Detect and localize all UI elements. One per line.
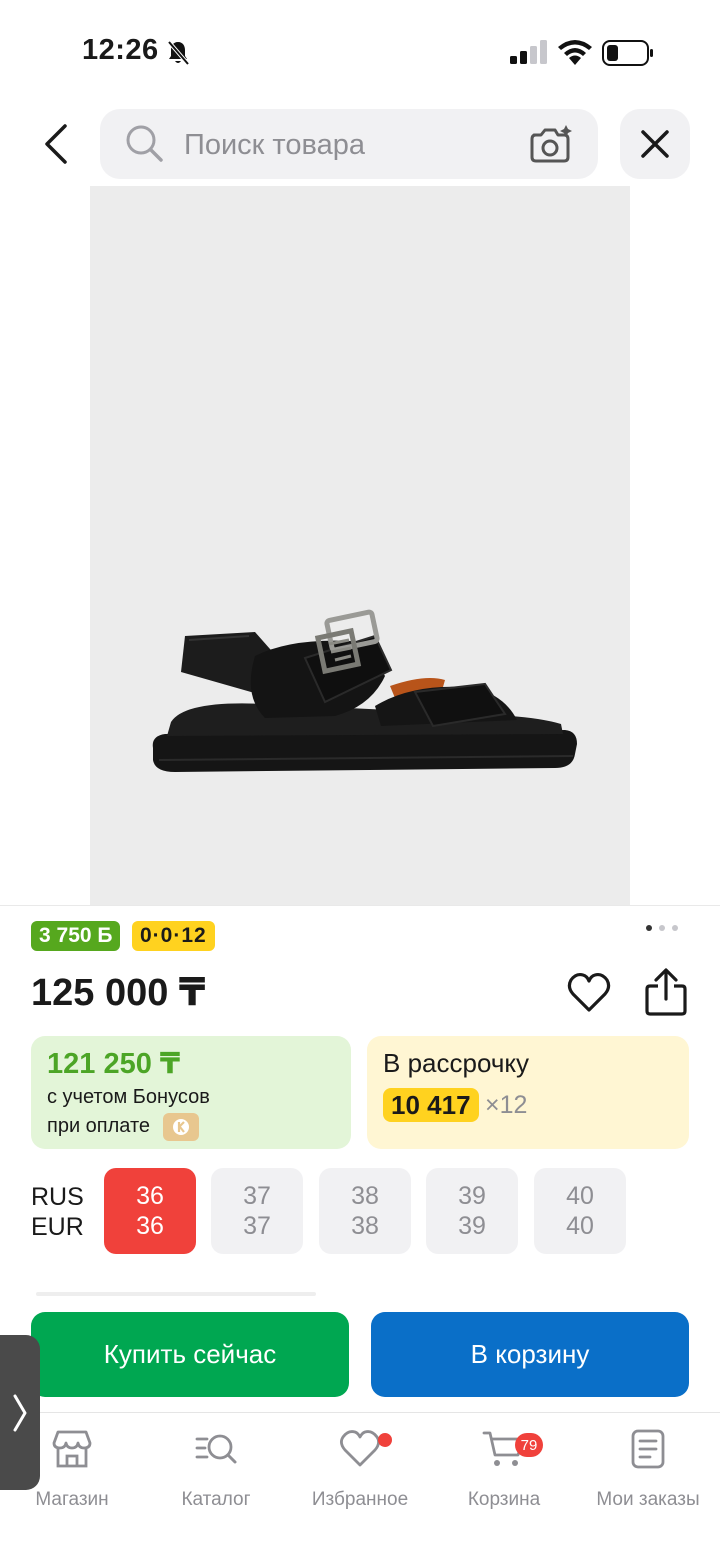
product-image[interactable] <box>90 186 630 905</box>
size-rus: 36 <box>136 1182 164 1210</box>
nav-label: Каталог <box>181 1489 251 1510</box>
nav-item-cart[interactable]: 79 Корзина <box>432 1425 576 1525</box>
size-eur: 40 <box>566 1212 594 1240</box>
size-option-38[interactable]: 38 38 <box>319 1168 411 1254</box>
installment-amount: 10 417 <box>383 1088 479 1122</box>
nav-label: Избранное <box>311 1489 409 1510</box>
favorite-heart-icon[interactable] <box>566 970 612 1016</box>
nav-label: Магазин <box>35 1489 109 1510</box>
nav-item-favorites[interactable]: Избранное <box>288 1425 432 1525</box>
installment-card[interactable]: В рассрочку 10 417 ×12 <box>367 1036 689 1149</box>
size-rus: 39 <box>458 1182 486 1210</box>
installment-badge: 0·0·12 <box>132 921 215 951</box>
size-eur: 37 <box>243 1212 271 1240</box>
nav-label: Корзина <box>467 1489 541 1510</box>
status-bar: 12:26 <box>0 0 720 100</box>
size-rus: 37 <box>243 1182 271 1210</box>
heart-icon <box>340 1430 380 1467</box>
size-label-eur: EUR <box>31 1213 84 1241</box>
size-system-labels: RUS EUR <box>31 1182 84 1242</box>
size-option-40[interactable]: 40 40 <box>534 1168 626 1254</box>
sandal-product-illustration <box>152 609 577 772</box>
nav-label: Мои заказы <box>596 1489 700 1510</box>
status-time: 12:26 <box>82 34 159 66</box>
bonus-price-card[interactable]: 121 250 ₸ с учетом Бонусов при оплате <box>31 1036 351 1149</box>
back-button[interactable] <box>36 120 76 168</box>
size-option-36[interactable]: 36 36 <box>104 1168 196 1254</box>
kaspi-logo-icon <box>163 1113 199 1141</box>
size-eur: 38 <box>351 1212 379 1240</box>
notification-dot <box>378 1433 392 1447</box>
share-icon[interactable] <box>644 968 688 1016</box>
chevron-right-icon <box>13 1394 27 1431</box>
size-label-rus: RUS <box>31 1183 84 1211</box>
size-eur: 36 <box>136 1212 164 1240</box>
nav-item-orders[interactable]: Мои заказы <box>576 1425 720 1525</box>
wifi-icon <box>558 40 592 65</box>
size-eur: 39 <box>458 1212 486 1240</box>
close-button[interactable] <box>620 109 690 179</box>
pagination-dot <box>672 925 678 931</box>
bonus-price: 121 250 ₸ <box>47 1048 181 1080</box>
battery-icon <box>602 40 653 66</box>
size-option-37[interactable]: 37 37 <box>211 1168 303 1254</box>
bonus-note-line1: с учетом Бонусов <box>47 1086 210 1108</box>
pagination-dot <box>659 925 665 931</box>
nav-item-catalog[interactable]: Каталог <box>144 1425 288 1525</box>
size-option-39[interactable]: 39 39 <box>426 1168 518 1254</box>
bonus-note-line2: при оплате <box>47 1115 151 1137</box>
installment-months: ×12 <box>485 1091 528 1119</box>
divider <box>0 905 720 906</box>
chevron-left-icon <box>45 124 67 164</box>
product-price: 125 000 ₸ <box>31 972 206 1014</box>
divider <box>36 1292 316 1296</box>
side-drawer-tab[interactable] <box>0 1335 40 1490</box>
buy-now-button[interactable]: Купить сейчас <box>31 1312 349 1397</box>
cellular-signal-icon <box>510 40 547 64</box>
cart-count-badge: 79 <box>515 1433 543 1457</box>
size-rus: 38 <box>351 1182 379 1210</box>
search-input[interactable] <box>184 125 514 165</box>
close-icon <box>641 130 669 158</box>
camera-search-icon[interactable] <box>528 123 574 165</box>
search-icon <box>126 125 163 162</box>
bonus-badge: 3 750 Б <box>31 921 121 951</box>
installment-title: В рассрочку <box>383 1048 530 1078</box>
pagination-dot <box>646 925 652 931</box>
shop-icon <box>52 1430 92 1468</box>
gallery-pagination <box>646 925 678 931</box>
bottom-navigation: Магазин Каталог Избранное 79 Корзина Мои… <box>0 1412 720 1564</box>
catalog-search-icon <box>195 1434 237 1464</box>
search-box[interactable] <box>100 109 598 179</box>
size-rus: 40 <box>566 1182 594 1210</box>
orders-icon <box>631 1429 665 1469</box>
bell-muted-icon <box>167 40 190 66</box>
add-to-cart-button[interactable]: В корзину <box>371 1312 689 1397</box>
